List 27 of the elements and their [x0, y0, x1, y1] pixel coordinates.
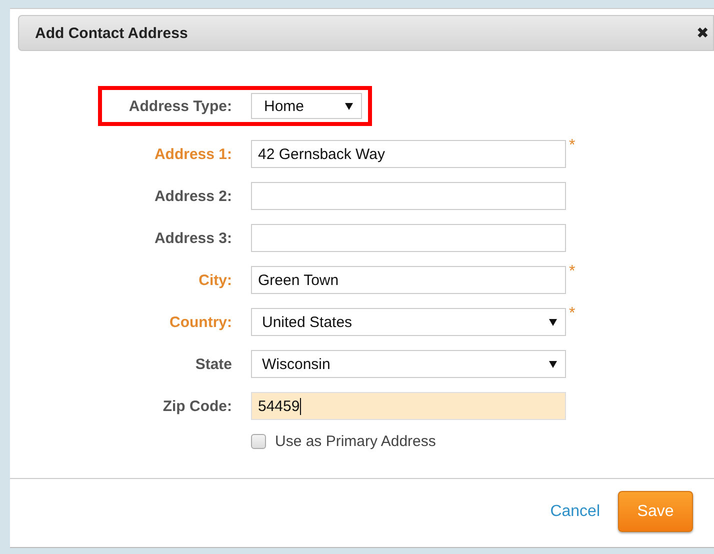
required-mark: *	[569, 305, 576, 323]
checkbox[interactable]	[251, 434, 266, 448]
dropdown-field[interactable]: United States	[251, 308, 566, 336]
dropdown-field[interactable]: Wisconsin	[251, 350, 566, 378]
checkbox-label: Use as Primary Address	[275, 432, 436, 450]
input-field[interactable]	[251, 182, 566, 210]
dialog-title: Add Contact Address	[35, 24, 188, 42]
field-label: Address 2:	[153, 188, 232, 204]
required-mark: *	[569, 137, 576, 155]
input-field[interactable]: 54459	[251, 392, 566, 420]
field-label: Country:	[168, 314, 232, 330]
required-mark: *	[569, 263, 576, 281]
close-button[interactable]: ✖	[692, 24, 713, 42]
field-label: Address 1:	[153, 146, 232, 162]
field-label: State	[194, 356, 232, 372]
input-field[interactable]	[251, 224, 566, 252]
dropdown-arrow-icon	[549, 360, 557, 368]
cancel-link[interactable]: Cancel	[550, 502, 600, 520]
dropdown-field[interactable]: Home	[251, 93, 362, 119]
dropdown-arrow-icon	[345, 102, 353, 110]
field-label: Zip Code:	[162, 398, 232, 414]
dropdown-arrow-icon	[549, 318, 557, 326]
input-field[interactable]: Green Town	[251, 266, 566, 294]
field-label: Address 3:	[153, 230, 232, 246]
field-label: City:	[198, 272, 232, 288]
field-label: Address Type:	[128, 98, 232, 114]
input-field[interactable]: 42 Gernsback Way	[251, 140, 566, 168]
